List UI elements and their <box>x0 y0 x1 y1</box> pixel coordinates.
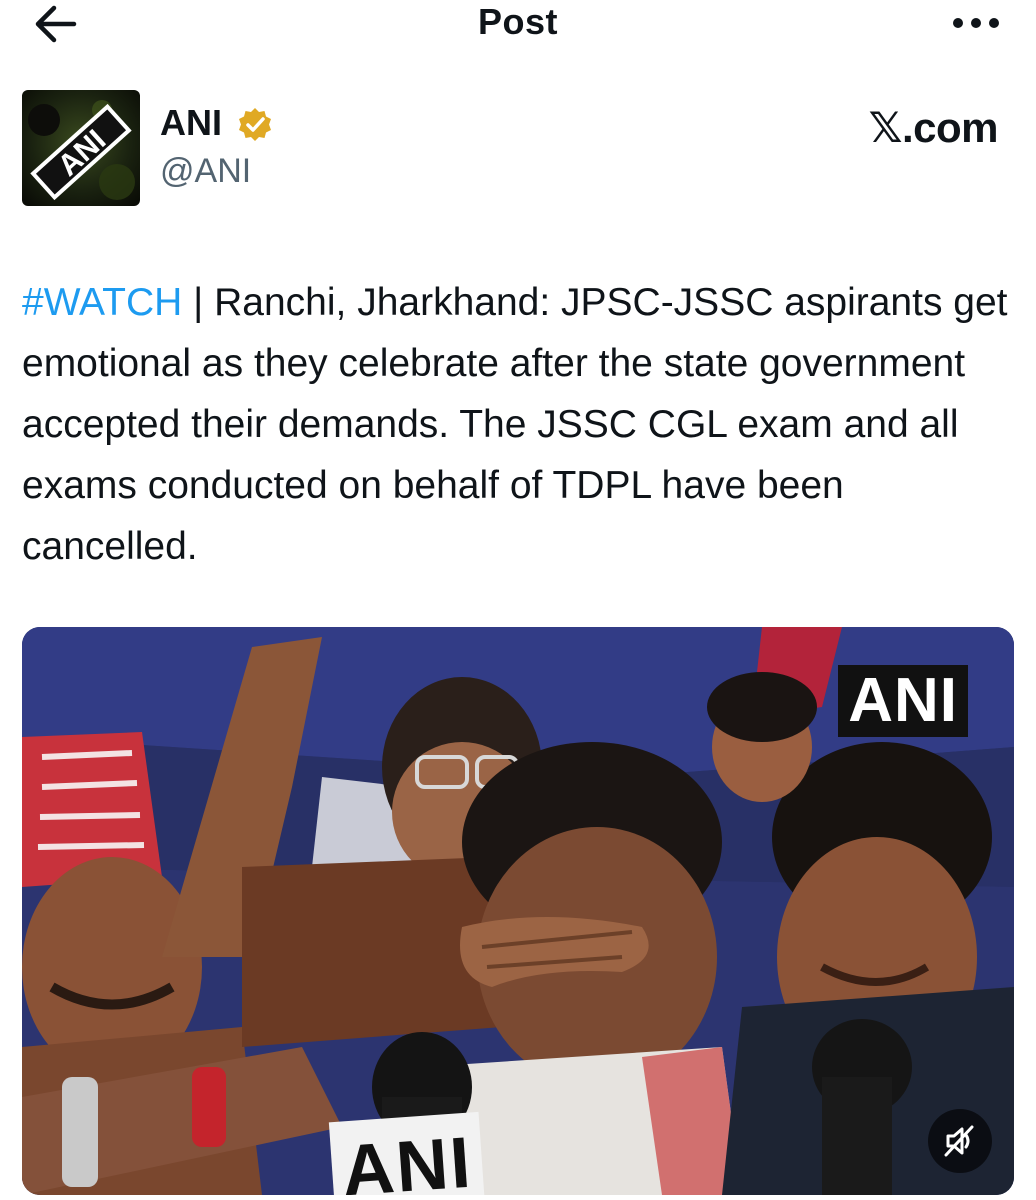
top-bar: Post <box>0 0 1036 60</box>
site-label: 𝕏.com <box>868 104 999 151</box>
author-handle[interactable]: @ANI <box>160 150 251 192</box>
hashtag-link[interactable]: #WATCH <box>22 281 182 324</box>
more-options-button[interactable] <box>946 8 1006 38</box>
speaker-muted-icon <box>944 1125 974 1157</box>
page-title: Post <box>477 1 558 42</box>
mute-toggle-button[interactable] <box>928 1109 992 1173</box>
tweet-body: | Ranchi, Jharkhand: JPSC-JSSC aspirants… <box>22 281 1008 568</box>
more-horizontal-icon <box>953 18 999 28</box>
ani-logo-image: ANI <box>22 90 140 206</box>
avatar[interactable]: ANI <box>22 90 140 206</box>
ani-watermark: ANI <box>838 665 968 737</box>
tweet-text: #WATCH | Ranchi, Jharkhand: JPSC-JSSC as… <box>22 272 1012 577</box>
microphone-label: ANI <box>328 1111 486 1195</box>
video-player[interactable]: ANI ANI <box>22 627 1014 1195</box>
author-name[interactable]: ANI <box>160 102 222 144</box>
verified-badge-icon <box>236 106 274 144</box>
